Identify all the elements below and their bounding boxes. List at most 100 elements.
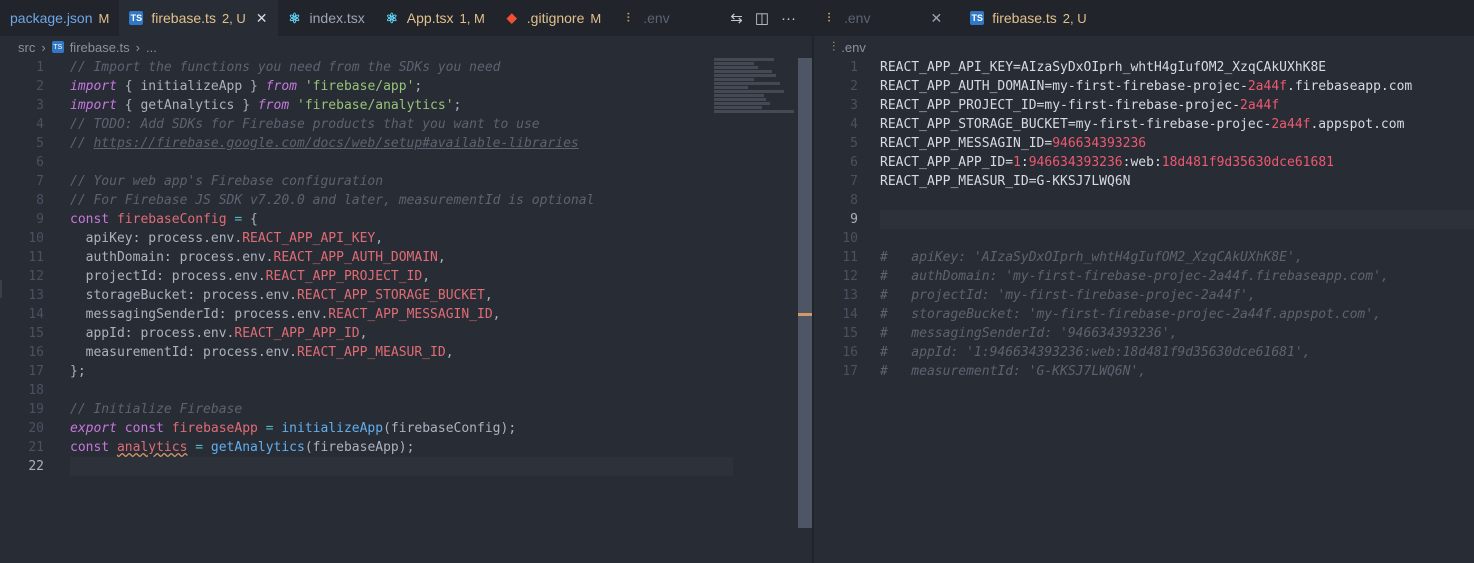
- line-number: 7: [850, 174, 858, 189]
- file-name: .env: [643, 10, 670, 26]
- code-text: ,: [437, 250, 446, 265]
- breadcrumb-more[interactable]: ...: [146, 40, 157, 55]
- code-text: : process.env.: [187, 345, 297, 360]
- scrollbar-warning-marker: [798, 313, 812, 316]
- line-number: 15: [842, 326, 858, 341]
- code-variable-warning: analytics: [116, 440, 188, 455]
- split-editor-icon[interactable]: ◫: [755, 9, 769, 27]
- code-text: ;: [414, 79, 423, 94]
- compare-icon[interactable]: ⇆: [730, 9, 743, 27]
- code-text: ,: [359, 326, 368, 341]
- breadcrumb-folder[interactable]: src: [18, 40, 35, 55]
- minimap[interactable]: [714, 58, 798, 118]
- code-link[interactable]: https://firebase.google.com/docs/web/set…: [93, 136, 578, 151]
- line-number: 11: [28, 250, 44, 265]
- chevron-right-icon: ›: [41, 39, 46, 55]
- env-key: REACT_APP_MESSAGIN_ID=: [880, 136, 1053, 151]
- current-line[interactable]: [880, 210, 1474, 229]
- env-var-ref: REACT_APP_MESSAGIN_ID: [328, 307, 493, 322]
- object-key: messagingSenderId: [70, 307, 219, 322]
- line-number: 2: [850, 79, 858, 94]
- line-number: 16: [28, 345, 44, 360]
- code-operator: =: [187, 440, 211, 455]
- code-text: {: [250, 212, 258, 227]
- tab-env[interactable]: ⫶ .env: [611, 0, 679, 36]
- code-text: (firebaseConfig);: [383, 421, 517, 436]
- breadcrumb: ⫶ .env: [832, 36, 872, 58]
- line-number: 11: [842, 250, 858, 265]
- close-icon[interactable]: ✕: [256, 10, 268, 27]
- env-value: :: [1020, 155, 1029, 170]
- code-editor-firebase-ts[interactable]: 1 // Import the functions you need from t…: [0, 58, 798, 476]
- code-variable: firebaseConfig: [116, 212, 227, 227]
- line-number: 3: [36, 98, 44, 113]
- keyword: const: [70, 212, 110, 227]
- settings-file-icon: ⫶: [832, 39, 836, 54]
- env-value-number: 1: [1013, 155, 1021, 170]
- vertical-scrollbar[interactable]: [798, 58, 812, 528]
- git-status-badge: 1, M: [459, 10, 485, 26]
- close-icon[interactable]: ✕: [930, 10, 942, 27]
- file-name: App.tsx: [406, 10, 454, 26]
- env-value-number: 2a44f: [1247, 79, 1287, 94]
- code-function: getAnalytics: [210, 440, 305, 455]
- line-number: 10: [842, 231, 858, 246]
- tab-app-tsx[interactable]: ⚛ App.tsx 1, M: [375, 0, 495, 36]
- git-status-badge: 2, U: [1062, 10, 1087, 26]
- line-number: 14: [28, 307, 44, 322]
- code-comment: //: [70, 136, 94, 151]
- object-key: projectId: [70, 269, 157, 284]
- line-number: 16: [842, 345, 858, 360]
- line-number: 21: [28, 440, 44, 455]
- line-number: 7: [36, 174, 44, 189]
- tab-firebase-ts[interactable]: TS firebase.ts 2, U ✕: [119, 0, 278, 36]
- env-value: my-first-firebase-projec-: [1052, 79, 1248, 94]
- object-key: measurementId: [70, 345, 188, 360]
- line-number: 14: [842, 307, 858, 322]
- left-tab-bar: package.json M TS firebase.ts 2, U ✕ ⚛ i…: [0, 0, 812, 36]
- keyword: export: [70, 421, 117, 436]
- env-value: AIzaSyDxOIprh_whtH4gIufOM2_XzqCAkUXhK8E: [1020, 60, 1327, 75]
- ts-icon: TS: [51, 41, 64, 53]
- breadcrumb-file[interactable]: firebase.ts: [70, 40, 130, 55]
- line-number: 12: [28, 269, 44, 284]
- breadcrumb-file[interactable]: .env: [841, 40, 866, 55]
- tab-package-json[interactable]: package.json M: [0, 0, 119, 36]
- line-number: 15: [28, 326, 44, 341]
- code-operator: =: [226, 212, 251, 227]
- tab-gitignore[interactable]: ◆ .gitignore M: [495, 0, 611, 36]
- line-number: 1: [36, 60, 44, 75]
- code-text: ,: [445, 345, 454, 360]
- keyword: import: [70, 79, 117, 94]
- env-key: REACT_APP_APP_ID=: [880, 155, 1014, 170]
- code-text: ,: [375, 231, 384, 246]
- tab-firebase-ts[interactable]: TS firebase.ts 2, U: [952, 0, 1096, 36]
- code-comment: # projectId: 'my-first-firebase-projec-2…: [880, 288, 1256, 303]
- env-var-ref: REACT_APP_AUTH_DOMAIN: [273, 250, 438, 265]
- line-number: 6: [36, 155, 44, 170]
- line-number: 2: [36, 79, 44, 94]
- object-key: authDomain: [70, 250, 164, 265]
- env-value: :web:: [1122, 155, 1162, 170]
- tab-index-tsx[interactable]: ⚛ index.tsx: [278, 0, 375, 36]
- react-icon: ⚛: [385, 9, 399, 26]
- code-comment: // Import the functions you need from th…: [70, 60, 501, 75]
- line-number: 12: [842, 269, 858, 284]
- env-var-ref: REACT_APP_PROJECT_ID: [265, 269, 423, 284]
- code-editor-env[interactable]: 1 REACT_APP_API_KEY=AIzaSyDxOIprh_whtH4gI…: [814, 58, 1474, 381]
- env-value: .firebaseapp.com: [1287, 79, 1413, 94]
- tab-env[interactable]: ⫶ .env ✕: [814, 0, 952, 36]
- env-var-ref: REACT_APP_STORAGE_BUCKET: [296, 288, 485, 303]
- code-comment: # measurementId: 'G-KKSJ7LWQ6N',: [880, 364, 1147, 379]
- more-actions-icon[interactable]: ···: [781, 10, 796, 27]
- file-name: index.tsx: [309, 10, 365, 26]
- line-number: 8: [36, 193, 44, 208]
- code-text: : process.env.: [132, 231, 243, 246]
- env-value-number: 18d481f9d35630dce61681: [1161, 155, 1334, 170]
- current-line[interactable]: [70, 457, 733, 476]
- line-number: 10: [28, 231, 44, 246]
- env-key: REACT_APP_API_KEY=: [880, 60, 1021, 75]
- code-comment: // Initialize Firebase: [70, 402, 243, 417]
- env-value-number: 2a44f: [1240, 98, 1280, 113]
- code-function: initializeApp: [281, 421, 384, 436]
